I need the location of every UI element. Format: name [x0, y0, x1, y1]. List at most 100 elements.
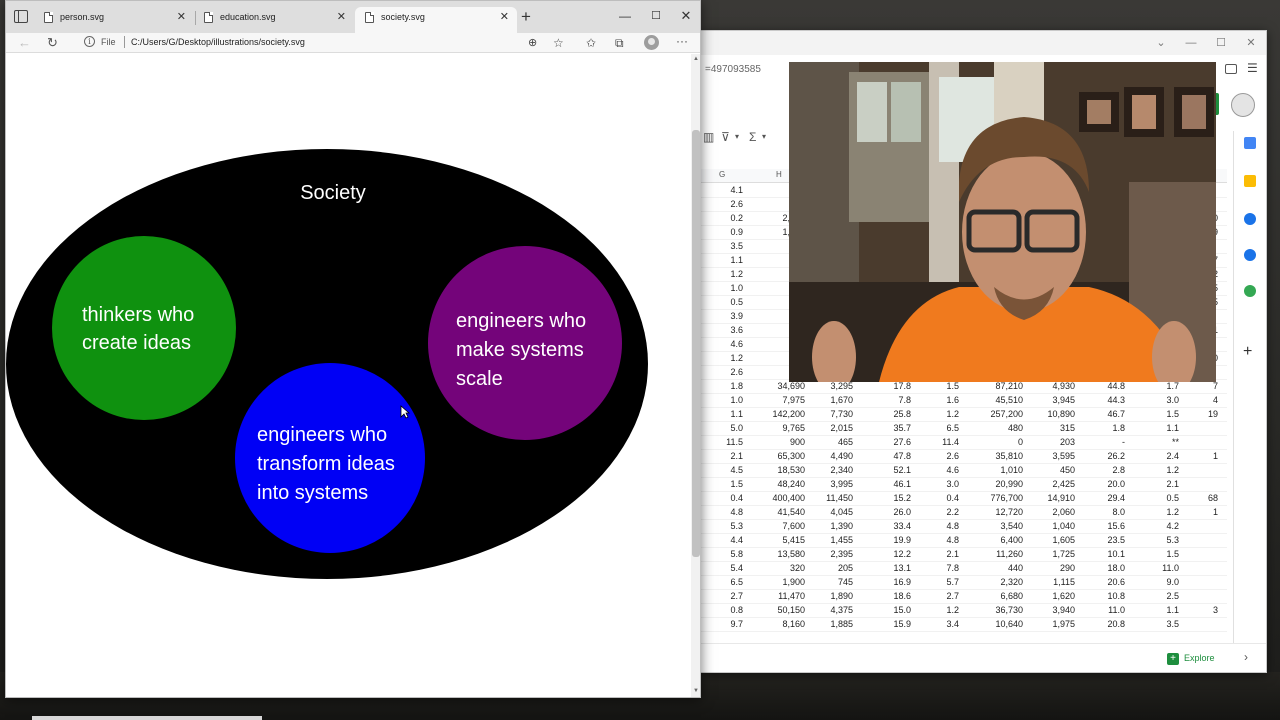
- table-cell[interactable]: 2.5: [1166, 591, 1179, 601]
- table-row[interactable]: 2.7 11,470 1,890 18.6 2.7 6,680 1,620 10.8 2.5: [701, 590, 1227, 604]
- window-icon[interactable]: [1225, 64, 1237, 74]
- table-cell[interactable]: 4,375: [830, 605, 853, 615]
- sheet-url-fragment[interactable]: =497093585: [705, 64, 761, 75]
- table-cell[interactable]: 1.2: [1166, 507, 1179, 517]
- chevron-down-icon[interactable]: ▾: [735, 132, 739, 141]
- table-row[interactable]: 6.5 1,900 745 16.9 5.7 2,320 1,115 20.6 9.0: [701, 576, 1227, 590]
- table-cell[interactable]: 11.4: [942, 437, 959, 447]
- table-cell[interactable]: 1.5: [946, 381, 959, 391]
- table-cell[interactable]: 7.8: [946, 563, 959, 573]
- chart-icon[interactable]: ▥: [703, 130, 714, 144]
- table-cell[interactable]: 12,720: [995, 507, 1023, 517]
- scroll-thumb[interactable]: [692, 130, 700, 557]
- new-tab-button[interactable]: +: [521, 8, 531, 25]
- table-cell[interactable]: 1.2: [946, 605, 959, 615]
- chevron-down-icon[interactable]: ▾: [762, 132, 766, 141]
- table-cell[interactable]: 4.4: [730, 535, 743, 545]
- sigma-icon[interactable]: Σ: [749, 130, 756, 144]
- table-cell[interactable]: 25.8: [893, 409, 911, 419]
- scroll-up-icon[interactable]: ▲: [693, 56, 699, 62]
- table-cell[interactable]: 1.1: [730, 255, 743, 265]
- table-cell[interactable]: 1,010: [1000, 465, 1023, 475]
- table-cell[interactable]: 3,540: [1000, 521, 1023, 531]
- table-cell[interactable]: 18.6: [893, 591, 911, 601]
- table-cell[interactable]: 17.8: [893, 381, 911, 391]
- table-row[interactable]: 1.5 48,240 3,995 46.1 3.0 20,990 2,425 20.0 2.1: [701, 478, 1227, 492]
- table-cell[interactable]: 900: [790, 437, 805, 447]
- table-cell[interactable]: 400,400: [772, 493, 805, 503]
- table-cell[interactable]: 65,300: [777, 451, 805, 461]
- table-cell[interactable]: 47.8: [893, 451, 911, 461]
- table-row[interactable]: 11.5 900 465 27.6 11.4 0 203 - **: [701, 436, 1227, 450]
- table-cell[interactable]: 257,200: [990, 409, 1023, 419]
- more-options-icon[interactable]: ···: [676, 34, 688, 48]
- table-cell[interactable]: 8.0: [1112, 507, 1125, 517]
- table-cell[interactable]: 1.8: [730, 381, 743, 391]
- table-cell[interactable]: 1.5: [1166, 549, 1179, 559]
- table-cell[interactable]: 465: [838, 437, 853, 447]
- table-cell[interactable]: 1,725: [1052, 549, 1075, 559]
- table-cell[interactable]: 3.9: [730, 311, 743, 321]
- table-cell[interactable]: 142,200: [772, 409, 805, 419]
- table-cell[interactable]: 3.4: [946, 619, 959, 629]
- close-icon[interactable]: ✕: [500, 10, 509, 24]
- table-cell[interactable]: 203: [1060, 437, 1075, 447]
- table-cell[interactable]: 20.0: [1107, 479, 1125, 489]
- table-cell[interactable]: 15.0: [893, 605, 911, 615]
- table-cell[interactable]: 27.6: [893, 437, 911, 447]
- scrollbar[interactable]: ▲ ▼: [691, 54, 700, 697]
- table-cell[interactable]: 290: [1060, 563, 1075, 573]
- table-cell[interactable]: 1,040: [1052, 521, 1075, 531]
- table-cell[interactable]: 9.7: [730, 619, 743, 629]
- keep-icon[interactable]: [1244, 175, 1256, 187]
- table-cell[interactable]: 7,975: [782, 395, 805, 405]
- close-icon[interactable]: ✕: [177, 10, 186, 24]
- table-cell[interactable]: 6.5: [946, 423, 959, 433]
- calendar-icon[interactable]: [1244, 137, 1256, 149]
- table-cell[interactable]: 10,640: [995, 619, 1023, 629]
- table-cell[interactable]: 320: [790, 563, 805, 573]
- table-cell[interactable]: 4.8: [946, 535, 959, 545]
- table-cell[interactable]: 23.5: [1107, 535, 1125, 545]
- table-cell[interactable]: 4.6: [730, 339, 743, 349]
- table-cell[interactable]: 4.6: [946, 465, 959, 475]
- table-cell[interactable]: 0.9: [730, 227, 743, 237]
- table-cell[interactable]: 68: [1208, 493, 1218, 503]
- table-cell[interactable]: 13,580: [777, 549, 805, 559]
- chevron-right-icon[interactable]: ›: [1244, 650, 1248, 664]
- zoom-icon[interactable]: ⊕: [528, 35, 537, 51]
- table-cell[interactable]: 1.1: [1166, 423, 1179, 433]
- table-cell[interactable]: 0.4: [946, 493, 959, 503]
- table-cell[interactable]: 9,765: [782, 423, 805, 433]
- table-cell[interactable]: 1,605: [1052, 535, 1075, 545]
- table-cell[interactable]: 10,890: [1047, 409, 1075, 419]
- table-cell[interactable]: 2,340: [830, 465, 853, 475]
- table-cell[interactable]: 50,150: [777, 605, 805, 615]
- table-cell[interactable]: 2.6: [730, 199, 743, 209]
- table-cell[interactable]: 1,975: [1052, 619, 1075, 629]
- table-cell[interactable]: 48,240: [777, 479, 805, 489]
- table-cell[interactable]: 1,890: [830, 591, 853, 601]
- tab-education[interactable]: education.svg ✕: [194, 7, 354, 33]
- table-row[interactable]: 1.0 7,975 1,670 7.8 1.6 45,510 3,945 44.3 3.0 4: [701, 394, 1227, 408]
- table-row[interactable]: 9.7 8,160 1,885 15.9 3.4 10,640 1,975 20.8 3.5: [701, 618, 1227, 632]
- table-cell[interactable]: 3.6: [730, 325, 743, 335]
- table-cell[interactable]: 20.6: [1107, 577, 1125, 587]
- table-cell[interactable]: 9.0: [1166, 577, 1179, 587]
- table-cell[interactable]: 34,690: [777, 381, 805, 391]
- table-cell[interactable]: 2.6: [946, 451, 959, 461]
- table-cell[interactable]: 8,160: [782, 619, 805, 629]
- table-cell[interactable]: 0.8: [730, 605, 743, 615]
- table-cell[interactable]: 6,680: [1000, 591, 1023, 601]
- table-cell[interactable]: 3.5: [730, 241, 743, 251]
- url-field[interactable]: C:/Users/G/Desktop/illustrations/society…: [131, 37, 305, 47]
- table-cell[interactable]: 15.2: [893, 493, 911, 503]
- table-cell[interactable]: 1.0: [730, 395, 743, 405]
- table-cell[interactable]: 2,320: [1000, 577, 1023, 587]
- table-cell[interactable]: 3.5: [1166, 619, 1179, 629]
- maximize-icon[interactable]: ☐: [1213, 35, 1229, 51]
- table-cell[interactable]: 1.6: [946, 395, 959, 405]
- table-cell[interactable]: 11,450: [826, 493, 853, 503]
- table-cell[interactable]: 0.2: [730, 213, 743, 223]
- table-cell[interactable]: 4,930: [1052, 381, 1075, 391]
